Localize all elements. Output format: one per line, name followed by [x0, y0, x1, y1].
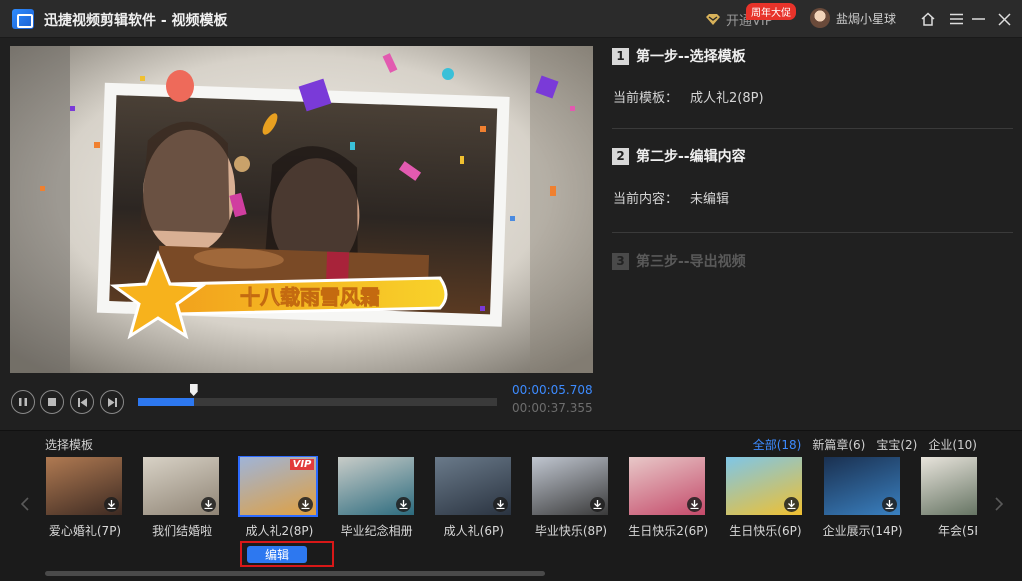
template-label: 生日快乐2(6P)	[628, 524, 709, 538]
scroll-left-icon[interactable]	[18, 494, 32, 514]
close-icon[interactable]	[994, 9, 1014, 29]
steps-panel: 1 第一步--选择模板 当前模板： 成人礼2(8P) 2 第二步--编辑内容 当前…	[605, 38, 1022, 428]
step-1-header: 1 第一步--选择模板	[612, 46, 746, 66]
category-baby[interactable]: 宝宝(2)	[876, 436, 917, 453]
step-title: 第三步--导出视频	[636, 254, 746, 270]
stop-icon[interactable]	[40, 390, 64, 414]
template-label: 年会(5P	[938, 524, 977, 538]
app-logo-icon	[12, 9, 34, 29]
download-icon[interactable]	[687, 497, 703, 512]
template-label: 毕业纪念相册	[340, 524, 413, 538]
download-icon[interactable]	[881, 497, 897, 512]
avatar	[810, 8, 830, 28]
window-title: 迅捷视频剪辑软件 - 视频模板	[44, 13, 228, 29]
category-tabs: 全部(18) 新篇章(6) 宝宝(2) 企业(10)	[753, 436, 977, 453]
next-frame-icon[interactable]	[100, 390, 124, 414]
template-thumbnail	[337, 457, 414, 515]
progress-fill	[138, 398, 194, 406]
download-icon[interactable]	[395, 497, 411, 512]
step-number: 2	[612, 147, 629, 165]
playback-progress-bar[interactable]	[138, 384, 497, 406]
progress-thumb[interactable]	[189, 384, 198, 396]
user-account[interactable]: 盐焗小星球	[810, 8, 896, 28]
template-thumbnail	[143, 457, 220, 515]
step-number: 1	[612, 47, 629, 65]
horizontal-scrollbar[interactable]	[45, 571, 545, 576]
current-template-info: 当前模板： 成人礼2(8P)	[613, 87, 764, 106]
template-thumbnail	[823, 457, 900, 515]
category-all[interactable]: 全部(18)	[753, 436, 802, 453]
template-label: 生日快乐(6P)	[729, 524, 802, 538]
user-name: 盐焗小星球	[836, 11, 897, 26]
download-icon[interactable]	[298, 497, 314, 512]
step-3-header[interactable]: 3 第三步--导出视频	[612, 251, 746, 271]
diamond-icon	[706, 13, 720, 25]
template-thumbnail	[920, 457, 977, 515]
video-preview[interactable]: 十八载雨雪风霜	[10, 46, 593, 373]
preview-banner-text: 十八载雨雪风霜	[240, 285, 380, 309]
current-content-key: 当前内容：	[613, 192, 679, 207]
template-label: 我们结婚啦	[152, 524, 213, 538]
vip-badge: VIP	[289, 459, 315, 470]
scroll-right-icon[interactable]	[992, 494, 1006, 514]
template-thumbnail	[46, 457, 122, 515]
download-icon[interactable]	[590, 497, 605, 512]
download-icon[interactable]	[104, 497, 119, 512]
template-label: 毕业快乐(8P)	[534, 524, 608, 538]
promo-badge: 周年大促	[746, 3, 796, 20]
template-selector: 选择模板 全部(18) 新篇章(6) 宝宝(2) 企业(10) 爱心婚礼(7P)…	[0, 430, 1022, 581]
preview-frame-image: 十八载雨雪风霜	[10, 46, 593, 373]
template-thumbnail	[434, 457, 511, 515]
pause-icon[interactable]	[11, 390, 35, 414]
template-label: 企业展示(14P)	[822, 524, 903, 538]
step-title: 第二步--编辑内容	[636, 149, 746, 165]
template-label: 爱心婚礼(7P)	[48, 524, 122, 538]
previous-frame-icon[interactable]	[70, 390, 94, 414]
current-template-key: 当前模板：	[613, 91, 679, 106]
step-number: 3	[612, 252, 629, 270]
divider	[612, 232, 1013, 233]
current-content-info: 当前内容： 未编辑	[613, 188, 729, 207]
divider	[612, 128, 1013, 129]
total-time: 00:00:37.355	[512, 401, 593, 415]
category-business[interactable]: 企业(10)	[928, 436, 977, 453]
current-template-value: 成人礼2(8P)	[690, 91, 764, 106]
template-thumbnail	[532, 457, 608, 515]
player-controls: 00:00:05.708 00:00:37.355	[10, 380, 593, 424]
template-label: 成人礼2(8P)	[245, 524, 314, 538]
template-section-title: 选择模板	[45, 438, 94, 452]
download-icon[interactable]	[492, 497, 508, 512]
category-new-chapter[interactable]: 新篇章(6)	[812, 436, 865, 453]
template-label: 成人礼(6P)	[443, 524, 504, 538]
step-title: 第一步--选择模板	[636, 49, 746, 65]
current-content-value: 未编辑	[690, 192, 730, 207]
template-list: 爱心婚礼(7P) 我们结婚啦 VIP 成人礼2(8P) 毕业纪念相册 成人礼(6P) 毕业快…	[45, 456, 977, 551]
template-thumbnail: VIP	[238, 456, 319, 517]
download-icon[interactable]	[784, 497, 800, 512]
current-time: 00:00:05.708	[512, 383, 593, 397]
edit-button[interactable]: 编辑	[247, 546, 307, 563]
menu-icon[interactable]	[946, 9, 966, 29]
step-2-header: 2 第二步--编辑内容	[612, 146, 746, 166]
home-icon[interactable]	[918, 9, 938, 29]
template-thumbnail	[629, 457, 706, 515]
minimize-icon[interactable]	[968, 9, 988, 29]
download-icon[interactable]	[201, 497, 217, 512]
title-bar: 迅捷视频剪辑软件 - 视频模板 开通VIP 周年大促 盐焗小星球	[0, 0, 1022, 38]
template-thumbnail	[726, 457, 803, 515]
